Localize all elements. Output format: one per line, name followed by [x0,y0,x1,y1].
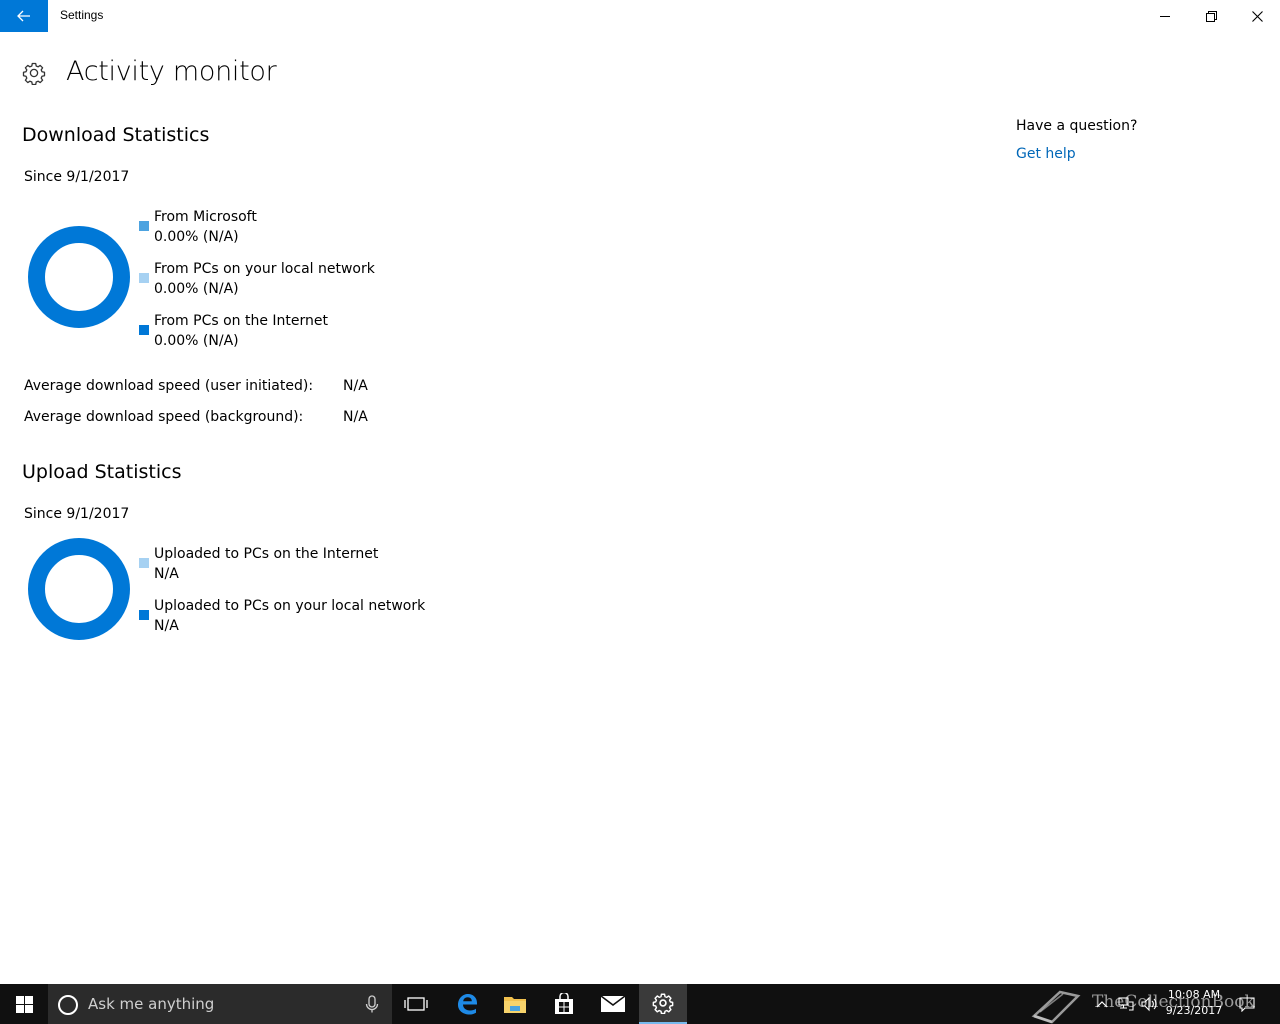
edge-button[interactable] [443,984,491,1024]
file-explorer-button[interactable] [491,984,539,1024]
legend-swatch [139,610,149,620]
legend-swatch [139,273,149,283]
microphone-icon[interactable] [362,994,382,1014]
get-help-link[interactable]: Get help [1016,146,1076,162]
close-icon [1251,10,1263,22]
network-icon [1118,997,1134,1011]
minimize-button[interactable] [1142,0,1188,32]
clock-date: 9/23/2017 [1165,1004,1223,1017]
settings-icon [652,993,674,1014]
action-center-button[interactable] [1234,984,1260,1024]
store-icon [555,993,573,1014]
clock-time: 10:08 AM [1167,988,1221,1001]
legend-label: From PCs on your local network [154,261,375,277]
task-view-icon [404,997,428,1011]
action-center-icon [1239,997,1255,1012]
stat-value: N/A [343,378,368,394]
task-view-button[interactable] [392,984,440,1024]
mail-icon [600,995,626,1012]
legend-label: Uploaded to PCs on your local network [154,598,426,614]
legend-value: N/A [154,566,179,582]
legend-swatch [139,221,149,231]
search-box[interactable]: Ask me anything [48,984,392,1024]
legend-label: From PCs on the Internet [154,313,329,329]
legend-value: 0.00% (N/A) [154,281,239,297]
taskbar: Ask me anything TheCollectionBook 10:08 … [0,984,1280,1024]
download-since-date: Since 9/1/2017 [24,169,130,185]
download-donut-chart [28,226,130,328]
upload-since-date: Since 9/1/2017 [24,506,130,522]
stat-value: N/A [343,409,368,425]
legend-value: 0.00% (N/A) [154,229,239,245]
legend-label: From Microsoft [154,209,257,225]
back-button[interactable] [0,0,48,32]
edge-icon [458,994,477,1015]
gear-icon [22,62,46,85]
stat-label: Average download speed (user initiated): [24,378,314,394]
page-title: Activity monitor [66,56,277,87]
close-button[interactable] [1234,0,1280,32]
file-explorer-icon [504,997,526,1013]
title-bar: Settings [0,0,1280,32]
help-question: Have a question? [1016,118,1138,134]
start-button[interactable] [0,984,48,1024]
search-placeholder: Ask me anything [88,995,215,1013]
legend-swatch [139,558,149,568]
restore-button[interactable] [1188,0,1234,32]
back-arrow-icon [17,10,30,22]
settings-taskbar-button[interactable] [639,984,687,1024]
legend-label: Uploaded to PCs on the Internet [154,546,379,562]
taskbar-clock[interactable]: 10:08 AM 9/23/2017 [1162,987,1226,1019]
book-logo-icon [1031,990,1081,1024]
stat-label: Average download speed (background): [24,409,304,425]
upload-statistics-heading: Upload Statistics [22,461,182,483]
minimize-icon [1160,16,1170,17]
windows-logo-icon [15,995,33,1013]
download-statistics-heading: Download Statistics [22,124,210,146]
show-hidden-icons-button[interactable] [1090,984,1114,1024]
window-title: Settings [60,8,104,22]
mail-button[interactable] [589,984,637,1024]
volume-button[interactable] [1138,984,1162,1024]
store-button[interactable] [540,984,588,1024]
legend-value: 0.00% (N/A) [154,333,239,349]
network-button[interactable] [1114,984,1138,1024]
legend-swatch [139,325,149,335]
upload-donut-chart [28,538,130,640]
cortana-icon [58,995,78,1015]
volume-icon [1141,996,1157,1012]
chevron-up-icon [1096,1001,1108,1008]
legend-value: N/A [154,618,179,634]
restore-icon [1205,10,1217,22]
